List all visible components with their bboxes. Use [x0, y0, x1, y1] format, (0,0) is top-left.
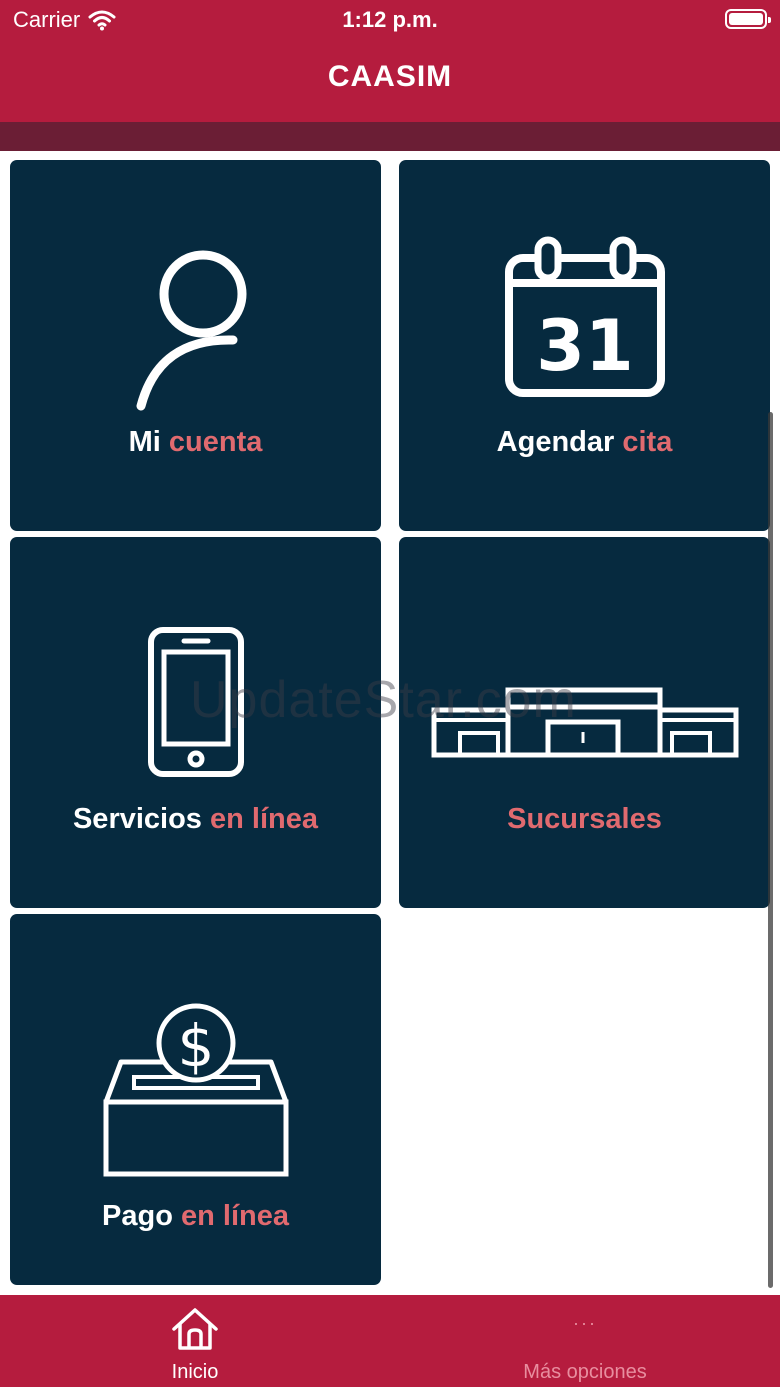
tile-label-red: cita: [622, 426, 673, 458]
tab-inicio[interactable]: Inicio: [0, 1295, 390, 1387]
smartphone-icon: [147, 627, 244, 777]
tile-label: Pago en línea: [10, 1200, 381, 1233]
home-icon-wrap: [0, 1307, 390, 1351]
user-icon-wrap: [10, 248, 381, 418]
calendar-icon-wrap: 31: [399, 235, 770, 400]
home-icon: [172, 1308, 218, 1350]
tab-mas-opciones[interactable]: ··· Más opciones: [390, 1295, 780, 1387]
tile-label-red: Sucursales: [507, 803, 662, 835]
more-icon: ···: [573, 1313, 597, 1333]
battery-icon: [725, 9, 771, 29]
battery-level: [729, 13, 763, 25]
tile-label: Agendar cita: [399, 426, 770, 459]
user-icon: [136, 250, 246, 411]
tile-label-red: en línea: [210, 803, 319, 835]
tile-servicios-en-linea[interactable]: Servicios en línea: [10, 537, 381, 908]
app-header: Carrier 1:12 p.m. CAASIM: [0, 0, 780, 122]
tile-sucursales[interactable]: Sucursales: [399, 537, 770, 908]
tile-pago-en-linea[interactable]: $ Pago en línea: [10, 914, 381, 1285]
battery-tip: [768, 17, 771, 23]
calendar-day: 31: [536, 305, 633, 387]
tile-agendar-cita[interactable]: 31 Agendar cita: [399, 160, 770, 531]
tab-bar: Inicio ··· Más opciones: [0, 1295, 780, 1387]
tile-label: Sucursales: [399, 803, 770, 836]
smartphone-icon-wrap: [10, 625, 381, 779]
tab-label: Más opciones: [523, 1361, 647, 1383]
status-bar: Carrier 1:12 p.m.: [0, 0, 780, 40]
building-icon-wrap: [399, 685, 770, 760]
tile-label-white: Servicios: [72, 803, 202, 835]
payment-box-icon: $: [103, 1003, 288, 1177]
building-icon: [431, 687, 738, 758]
tile-label-red: cuenta: [168, 426, 263, 458]
tile-label-white: Mi: [128, 426, 161, 458]
tile-label-red: en línea: [180, 1200, 289, 1232]
tile-label: Servicios en línea: [10, 803, 381, 836]
tile-mi-cuenta[interactable]: Mi cuenta: [10, 160, 381, 531]
scroll-indicator[interactable]: [768, 412, 773, 1288]
tile-label-white: Agendar: [496, 426, 615, 458]
page-title: CAASIM: [327, 60, 453, 93]
tab-label: Inicio: [171, 1361, 219, 1383]
header-subbar: [0, 122, 780, 151]
calendar-icon: 31: [504, 236, 665, 397]
tile-label-white: Pago: [102, 1200, 173, 1232]
payment-box-icon-wrap: $: [10, 1002, 381, 1182]
coin-symbol: $: [177, 1012, 214, 1080]
status-time: 1:12 p.m.: [342, 7, 438, 32]
tile-label: Mi cuenta: [10, 426, 381, 459]
